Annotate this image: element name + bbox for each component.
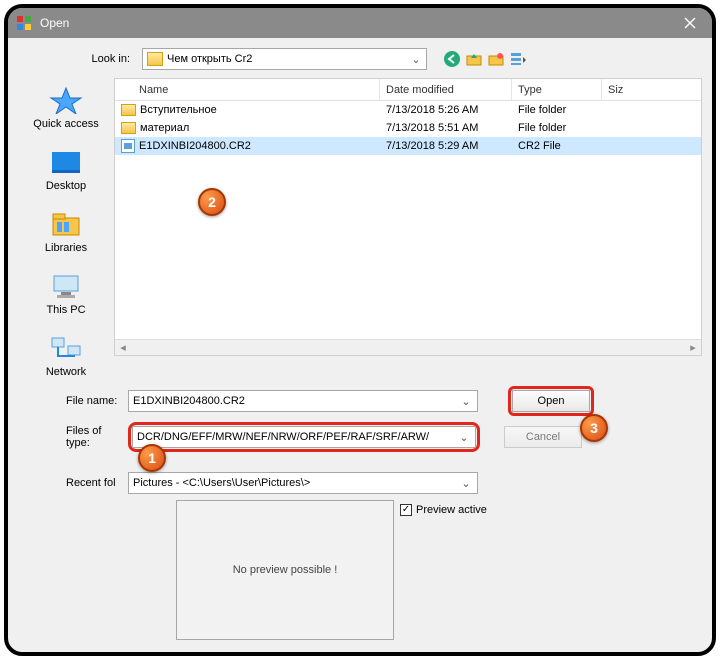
folder-icon [121, 104, 136, 116]
chevron-down-icon: ⌄ [459, 477, 473, 490]
file-name: Вступительное [140, 104, 217, 116]
filename-label: File name: [18, 395, 128, 407]
place-label: This PC [46, 304, 85, 316]
preview-active-label: Preview active [416, 504, 487, 516]
filename-row: File name: E1DXINBI204800.CR2 ⌄ Open [18, 386, 702, 416]
file-list-rows: Вступительное 7/13/2018 5:26 AM File fol… [115, 101, 701, 339]
filetype-value: DCR/DNG/EFF/MRW/NEF/NRW/ORF/PEF/RAF/SRF/… [137, 431, 457, 443]
horiz-scrollbar[interactable]: ◂ ▸ [115, 339, 701, 355]
scroll-left-icon[interactable]: ◂ [115, 340, 131, 356]
file-icon [121, 139, 135, 153]
titlebar: Open [8, 8, 712, 38]
libraries-icon [49, 210, 83, 238]
callout-badge-2: 2 [198, 188, 226, 216]
close-button[interactable] [668, 8, 712, 38]
callout-badge-1: 1 [138, 444, 166, 472]
pc-icon [49, 272, 83, 300]
dialog-window: Open Look in: Чем открыть Cr2 ⌄ Quick ac… [4, 4, 716, 656]
app-icon [16, 15, 32, 31]
recent-label: Recent fol [18, 477, 128, 489]
file-date: 7/13/2018 5:26 AM [380, 104, 512, 116]
filetype-label: Files of type: [18, 425, 128, 449]
view-menu-icon[interactable] [509, 50, 527, 68]
network-icon [49, 334, 83, 362]
new-folder-icon[interactable] [487, 50, 505, 68]
highlight-ring-filetype: DCR/DNG/EFF/MRW/NEF/NRW/ORF/PEF/RAF/SRF/… [128, 422, 480, 452]
lookin-label: Look in: [18, 53, 136, 65]
preview-area: No preview possible ! ✓ Preview active [18, 500, 702, 640]
highlight-ring-open: Open [508, 386, 594, 416]
callout-badge-3: 3 [580, 414, 608, 442]
table-row-selected[interactable]: E1DXINBI204800.CR2 7/13/2018 5:29 AM CR2… [115, 137, 701, 155]
col-date[interactable]: Date modified [380, 79, 512, 100]
preview-text: No preview possible ! [233, 564, 338, 576]
file-type: File folder [512, 122, 602, 134]
recent-combo[interactable]: Pictures - <C:\Users\User\Pictures\> ⌄ [128, 472, 478, 494]
file-date: 7/13/2018 5:51 AM [380, 122, 512, 134]
place-desktop[interactable]: Desktop [26, 148, 106, 192]
col-size[interactable]: Siz [602, 79, 701, 100]
lookin-row: Look in: Чем открыть Cr2 ⌄ [8, 38, 712, 78]
filename-input[interactable]: E1DXINBI204800.CR2 ⌄ [128, 390, 478, 412]
star-icon [49, 86, 83, 114]
file-type: CR2 File [512, 140, 602, 152]
place-label: Desktop [46, 180, 86, 192]
back-icon[interactable] [443, 50, 461, 68]
file-name: материал [140, 122, 189, 134]
folder-icon [121, 122, 136, 134]
col-type[interactable]: Type [512, 79, 602, 100]
preview-active-checkbox[interactable]: ✓ Preview active [400, 504, 702, 516]
place-quick-access[interactable]: Quick access [26, 86, 106, 130]
window-title: Open [40, 16, 668, 30]
nav-icons [443, 50, 527, 68]
place-label: Quick access [33, 118, 98, 130]
checkbox-icon: ✓ [400, 504, 412, 516]
file-name: E1DXINBI204800.CR2 [139, 140, 251, 152]
places-bar: Quick access Desktop Libraries This PC N… [18, 78, 114, 378]
filetype-combo[interactable]: DCR/DNG/EFF/MRW/NEF/NRW/ORF/PEF/RAF/SRF/… [132, 426, 476, 448]
file-date: 7/13/2018 5:29 AM [380, 140, 512, 152]
place-this-pc[interactable]: This PC [26, 272, 106, 316]
folder-icon [147, 52, 163, 66]
scroll-right-icon[interactable]: ▸ [685, 340, 701, 356]
chevron-down-icon: ⌄ [457, 431, 471, 444]
lookin-combo[interactable]: Чем открыть Cr2 ⌄ [142, 48, 427, 70]
col-name[interactable]: Name [115, 79, 380, 100]
open-button[interactable]: Open [512, 390, 590, 412]
recent-row: Recent fol Pictures - <C:\Users\User\Pic… [18, 472, 702, 494]
cancel-button[interactable]: Cancel [504, 426, 582, 448]
place-label: Libraries [45, 242, 87, 254]
lookin-value: Чем открыть Cr2 [167, 53, 408, 65]
file-list: Name Date modified Type Siz Вступительно… [114, 78, 702, 356]
up-folder-icon[interactable] [465, 50, 483, 68]
chevron-down-icon: ⌄ [408, 53, 424, 66]
place-label: Network [46, 366, 86, 378]
file-list-header: Name Date modified Type Siz [115, 79, 701, 101]
table-row[interactable]: материал 7/13/2018 5:51 AM File folder [115, 119, 701, 137]
desktop-icon [49, 148, 83, 176]
filename-value: E1DXINBI204800.CR2 [133, 395, 459, 407]
table-row[interactable]: Вступительное 7/13/2018 5:26 AM File fol… [115, 101, 701, 119]
recent-value: Pictures - <C:\Users\User\Pictures\> [133, 477, 459, 489]
preview-box: No preview possible ! [176, 500, 394, 640]
place-network[interactable]: Network [26, 334, 106, 378]
file-type: File folder [512, 104, 602, 116]
chevron-down-icon: ⌄ [459, 395, 473, 408]
place-libraries[interactable]: Libraries [26, 210, 106, 254]
